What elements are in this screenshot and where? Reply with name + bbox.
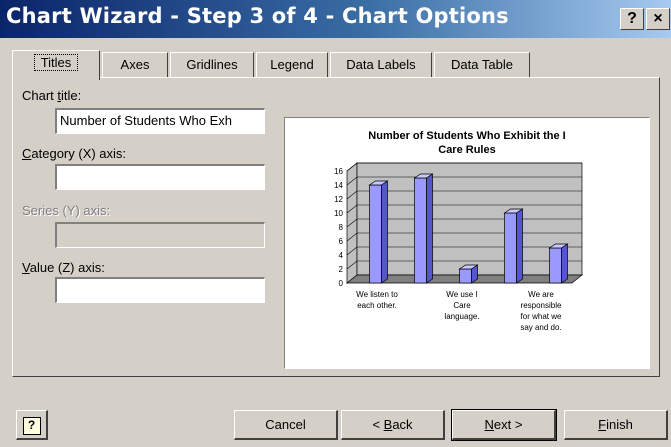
- bar-side: [516, 208, 523, 284]
- tab-data-labels[interactable]: Data Labels: [330, 52, 432, 78]
- category-axis-label: Category (X) axis:: [22, 146, 127, 161]
- series-axis-input: [55, 222, 265, 248]
- close-button[interactable]: ×: [646, 8, 670, 30]
- help-icon: ?: [22, 417, 41, 435]
- value-axis-input[interactable]: [55, 277, 265, 303]
- bar-side: [426, 173, 433, 284]
- category-axis-input[interactable]: [55, 164, 265, 190]
- tab-label: Data Labels: [346, 57, 416, 72]
- chart-plot: 0 2 4 6 8 10 12 14 16 We listen to each other. We u…: [334, 162, 583, 332]
- tab-gridlines[interactable]: Gridlines: [170, 52, 254, 78]
- finish-button[interactable]: Finish: [564, 410, 668, 440]
- bar: [459, 268, 472, 284]
- value-axis-label: Value (Z) axis:: [22, 260, 105, 275]
- category-label: We are: [528, 290, 554, 299]
- tab-label: Legend: [270, 57, 314, 72]
- window-title: Chart Wizard - Step 3 of 4 - Chart Optio…: [6, 4, 509, 28]
- cancel-button[interactable]: Cancel: [234, 410, 338, 440]
- back-button[interactable]: < Back: [341, 410, 445, 440]
- bar: [549, 247, 562, 284]
- tab-label: Data Table: [451, 57, 513, 72]
- tab-legend[interactable]: Legend: [256, 52, 328, 78]
- chart-wizard-dialog: Chart Wizard - Step 3 of 4 - Chart Optio…: [0, 0, 671, 447]
- y-tick-label: 0: [339, 279, 344, 288]
- bar: [414, 177, 427, 284]
- series-axis-label: Series (Y) axis:: [22, 203, 111, 218]
- category-label: each other.: [357, 301, 397, 310]
- y-tick-label: 12: [334, 195, 343, 204]
- next-button[interactable]: Next >: [451, 409, 557, 441]
- help-button[interactable]: ?: [620, 8, 644, 30]
- y-tick-label: 16: [334, 167, 343, 176]
- bar-side: [561, 243, 568, 284]
- y-tick-label: 4: [339, 251, 344, 260]
- chart-title-input[interactable]: Number of Students Who Exh: [55, 108, 265, 134]
- category-label: Care: [453, 301, 471, 310]
- tab-titles[interactable]: Titles: [12, 50, 100, 80]
- category-label: language.: [444, 312, 479, 321]
- tab-axes[interactable]: Axes: [102, 52, 168, 78]
- help-button-bottom[interactable]: ?: [16, 410, 48, 440]
- category-label: say and do.: [520, 323, 561, 332]
- tab-label: Titles: [33, 54, 79, 71]
- bar: [369, 184, 382, 284]
- tab-label: Gridlines: [186, 57, 238, 72]
- y-tick-label: 14: [334, 181, 343, 190]
- y-tick-label: 2: [339, 265, 344, 274]
- chart-title-label: Chart title:: [22, 88, 82, 103]
- bar-side: [381, 180, 388, 284]
- tab-label: Axes: [120, 57, 150, 72]
- title-bar[interactable]: Chart Wizard - Step 3 of 4 - Chart Optio…: [0, 0, 671, 38]
- bar: [504, 212, 517, 284]
- tab-data-table[interactable]: Data Table: [434, 52, 530, 78]
- y-tick-label: 8: [339, 223, 344, 232]
- category-label: We use I: [446, 290, 477, 299]
- category-label: We listen to: [356, 290, 398, 299]
- category-label: for what we: [521, 312, 562, 321]
- category-label: responsible: [521, 301, 562, 310]
- y-tick-label: 6: [339, 237, 344, 246]
- y-tick-label: 10: [334, 209, 343, 218]
- chart-preview: Number of Students Who Exhibit the I Car…: [284, 117, 650, 369]
